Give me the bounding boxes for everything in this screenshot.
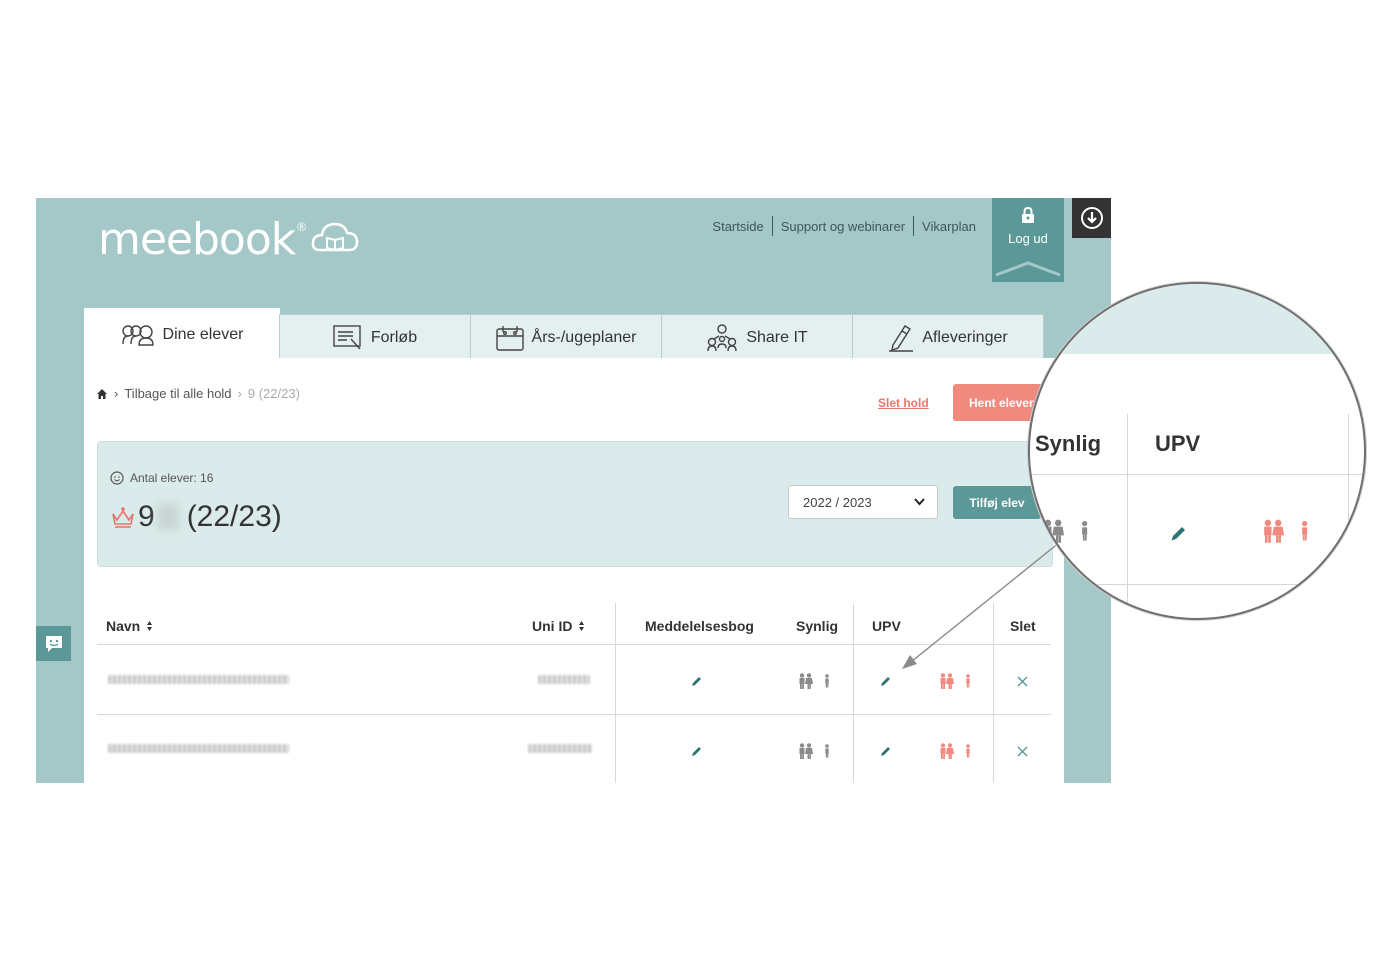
- calendar-icon: [495, 325, 524, 351]
- tab-label: Share IT: [746, 328, 808, 346]
- logout-label: Log ud: [1008, 231, 1048, 246]
- tab-share-it[interactable]: Share IT: [661, 314, 853, 360]
- redacted-text: [156, 504, 179, 530]
- tab-forlob[interactable]: Forløb: [279, 314, 471, 360]
- column-divider: [615, 603, 616, 783]
- breadcrumb: › Tilbage til alle hold › 9 (22/23): [96, 386, 300, 401]
- class-title: 9 (22/23): [110, 500, 282, 534]
- header-label: Uni ID: [532, 618, 573, 634]
- column-header-message-book: Meddelelsesbog: [645, 618, 754, 634]
- pen-icon: [889, 324, 914, 352]
- header-label: Navn: [106, 618, 141, 634]
- tab-label: Afleveringer: [922, 328, 1008, 346]
- tab-afleveringer[interactable]: Afleveringer: [852, 314, 1044, 360]
- zoom-upv-parents-icon: [1264, 519, 1308, 543]
- uni-id-redacted: [538, 675, 590, 684]
- tab-label: Års-/ugeplaner: [531, 328, 637, 346]
- visible-to-parents-icon[interactable]: [798, 673, 832, 689]
- delete-x-icon[interactable]: [1017, 746, 1028, 757]
- chat-smiley-icon: [45, 635, 62, 652]
- zoom-row-divider: [1030, 584, 1364, 585]
- nav-support-link[interactable]: Support og webinarer: [773, 219, 913, 234]
- column-header-name[interactable]: Navn: [106, 618, 153, 634]
- column-header-upv: UPV: [872, 618, 901, 634]
- download-icon: [1080, 207, 1103, 229]
- lock-icon: [992, 206, 1064, 227]
- visible-to-parents-icon[interactable]: [798, 743, 832, 759]
- main-tabs: Dine elever Forløb Års-/ugeplaner Share …: [84, 308, 1044, 360]
- column-divider: [993, 603, 994, 783]
- class-title-prefix: 9: [138, 500, 155, 533]
- zoom-header-upv: UPV: [1155, 431, 1201, 456]
- zoom-magnifier: Synlig UPV: [1028, 282, 1366, 620]
- zoom-teal-strip: [1030, 284, 1364, 354]
- delete-team-link[interactable]: Slet hold: [878, 396, 929, 410]
- cloud-book-icon: [310, 220, 360, 261]
- zoom-header-visible: Synlig: [1035, 431, 1102, 456]
- app-window: meebook ® Startside Support og webinarer…: [36, 198, 1111, 783]
- school-year-value: 2022 / 2023: [803, 494, 872, 510]
- course-icon: [333, 324, 361, 349]
- edit-upv-icon[interactable]: [880, 675, 892, 687]
- smiley-icon: [110, 471, 124, 485]
- chevron-down-icon: [914, 498, 925, 506]
- sort-icon: [147, 621, 153, 631]
- school-year-select[interactable]: 2022 / 2023: [788, 485, 938, 519]
- zoom-header-divider: [1030, 474, 1364, 475]
- tab-dine-elever[interactable]: Dine elever: [84, 308, 280, 360]
- meebook-logo[interactable]: meebook ®: [98, 214, 360, 265]
- chevron-right-icon: ›: [237, 386, 242, 401]
- logo-wordmark: meebook: [98, 214, 296, 265]
- uni-id-redacted: [528, 744, 592, 753]
- tab-label: Forløb: [370, 328, 418, 346]
- upv-parents-icon[interactable]: [939, 673, 973, 689]
- content-panel: › Tilbage til alle hold › 9 (22/23) Slet…: [84, 358, 1064, 783]
- student-name-redacted[interactable]: [108, 744, 289, 753]
- edit-message-book-icon[interactable]: [691, 745, 703, 757]
- add-student-button[interactable]: Tilføj elev: [953, 486, 1041, 519]
- zoom-visible-icon: [1044, 519, 1088, 543]
- class-title-suffix: (22/23): [186, 500, 282, 533]
- delete-x-icon[interactable]: [1017, 676, 1028, 687]
- breadcrumb-back-link[interactable]: Tilbage til alle hold: [124, 386, 231, 401]
- student-name-redacted[interactable]: [108, 675, 289, 684]
- sort-icon: [579, 621, 585, 631]
- column-header-delete: Slet: [1010, 618, 1036, 634]
- edit-upv-icon[interactable]: [880, 745, 892, 757]
- student-count: Antal elever: 16: [110, 471, 213, 485]
- logout-ribbon-tail: [992, 258, 1064, 278]
- chat-button[interactable]: [36, 626, 71, 661]
- column-divider: [853, 603, 854, 783]
- student-count-label: Antal elever: 16: [130, 471, 214, 485]
- column-header-visible: Synlig: [796, 618, 839, 634]
- class-info-box: Antal elever: 16 9 (22/23) 2022 / 2023 T…: [97, 441, 1053, 567]
- logo-registered-mark: ®: [297, 220, 307, 234]
- students-icon: [121, 324, 154, 346]
- top-navigation: Startside Support og webinarer Vikarplan: [704, 216, 984, 236]
- crown-icon: [112, 507, 134, 528]
- column-header-uni-id[interactable]: Uni ID: [532, 618, 585, 634]
- tab-label: Dine elever: [162, 325, 244, 343]
- header-divider: [97, 644, 1051, 645]
- edit-message-book-icon[interactable]: [691, 675, 703, 687]
- share-icon: [707, 323, 738, 351]
- nav-startside-link[interactable]: Startside: [704, 219, 771, 234]
- breadcrumb-current: 9 (22/23): [247, 386, 300, 401]
- home-icon[interactable]: [96, 388, 108, 400]
- chevron-right-icon: ›: [114, 386, 119, 401]
- row-divider: [97, 714, 1051, 715]
- zoom-edit-upv-icon: [1171, 527, 1185, 541]
- tab-arsplaner[interactable]: Års-/ugeplaner: [470, 314, 662, 360]
- download-button[interactable]: [1072, 198, 1111, 238]
- nav-vikarplan-link[interactable]: Vikarplan: [914, 219, 984, 234]
- upv-parents-icon[interactable]: [939, 743, 973, 759]
